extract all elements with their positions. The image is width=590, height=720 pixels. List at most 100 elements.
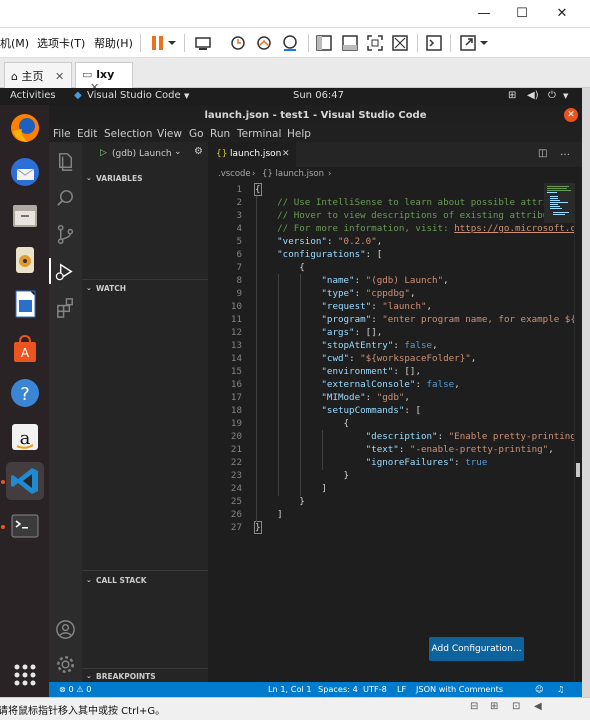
writer-icon[interactable]	[6, 285, 44, 323]
amazon-icon[interactable]: a	[6, 418, 44, 456]
menu-file[interactable]: File	[53, 128, 71, 140]
cursor-position[interactable]: Ln 1, Col 1	[268, 684, 312, 694]
menu-help[interactable]: Help	[287, 128, 311, 140]
scroll-thumb[interactable]	[576, 463, 580, 477]
gear-icon[interactable]: ⚙	[194, 146, 203, 157]
section-breakpoints[interactable]: ⌄ BREAKPOINTS	[82, 672, 208, 681]
close-icon[interactable]: ✕	[282, 142, 290, 167]
chevron-down-icon[interactable]	[166, 33, 178, 53]
menu-tabs[interactable]: 选项卡(T)	[37, 35, 85, 51]
tab-vm-label: lxy	[96, 68, 115, 81]
minimap[interactable]	[544, 183, 574, 223]
usb-icon[interactable]: ⊡	[512, 701, 520, 712]
minimize-button[interactable]: —	[470, 4, 498, 24]
eol-setting[interactable]: LF	[397, 684, 406, 694]
close-icon[interactable]: ✕	[564, 108, 578, 122]
network-icon[interactable]: ⊞	[490, 701, 498, 712]
code-line: "environment": [],	[321, 366, 421, 377]
section-call-stack[interactable]: ⌄ CALL STACK	[82, 576, 208, 585]
chevron-down-icon[interactable]	[478, 33, 490, 53]
stretch-icon[interactable]	[458, 33, 478, 53]
breadcrumb-file[interactable]: {} launch.json	[262, 169, 324, 179]
breadcrumb-folder[interactable]: .vscode	[218, 169, 251, 179]
firefox-icon[interactable]	[6, 109, 44, 147]
menu-terminal[interactable]: Terminal	[237, 128, 281, 140]
chevron-down-icon[interactable]: ⌄	[174, 147, 182, 157]
code-line: }	[255, 496, 305, 507]
toolbar-divider	[308, 34, 309, 52]
code-line: "externalConsole": false,	[321, 379, 460, 390]
close-button[interactable]: ✕	[548, 4, 576, 24]
tab-home[interactable]: ⌂ 主页 ✕	[4, 62, 72, 88]
show-applications-icon[interactable]	[6, 656, 44, 694]
run-debug-icon[interactable]	[54, 260, 77, 283]
account-icon[interactable]	[54, 618, 77, 641]
source-control-icon[interactable]	[54, 223, 77, 246]
tab-launch-json[interactable]: {} launch.json ✕	[208, 142, 296, 167]
menu-run[interactable]: Run	[210, 128, 230, 140]
files-icon[interactable]	[6, 197, 44, 235]
menu-view[interactable]: View	[157, 128, 182, 140]
show-library-icon[interactable]	[314, 33, 334, 53]
start-debug-icon[interactable]: ▷	[100, 148, 107, 158]
json-file-icon: {}	[216, 149, 228, 159]
snapshot-manager-icon[interactable]	[280, 33, 300, 53]
console-view-icon[interactable]	[424, 33, 444, 53]
menu-help[interactable]: 帮助(H)	[94, 35, 133, 51]
extensions-icon[interactable]	[54, 296, 77, 319]
network-icon[interactable]: ⊞	[508, 90, 516, 101]
close-icon[interactable]: ✕	[55, 70, 64, 83]
menu-go[interactable]: Go	[189, 128, 204, 140]
pause-icon[interactable]	[148, 33, 168, 53]
help-icon[interactable]: ?	[6, 374, 44, 412]
menu-selection[interactable]: Selection	[104, 128, 152, 140]
volume-icon[interactable]: ◀)	[527, 90, 539, 101]
encoding-setting[interactable]: UTF-8	[363, 684, 387, 694]
revert-snapshot-icon[interactable]	[254, 33, 274, 53]
snapshot-icon[interactable]	[228, 33, 248, 53]
language-mode[interactable]: JSON with Comments	[416, 684, 503, 694]
power-icon[interactable]: ⏻	[548, 90, 556, 101]
fullscreen-icon[interactable]	[365, 33, 385, 53]
split-editor-icon[interactable]: ◫	[538, 148, 547, 159]
section-variables[interactable]: ⌄ VARIABLES	[82, 174, 208, 183]
explorer-icon[interactable]	[54, 150, 77, 173]
unity-icon[interactable]	[390, 33, 410, 53]
tab-vm[interactable]: ▭ lxy ✕	[75, 62, 133, 94]
sound-icon[interactable]: ◀	[534, 701, 542, 712]
rhythmbox-icon[interactable]	[6, 241, 44, 279]
feedback-icon[interactable]: ☺	[535, 684, 544, 694]
clock[interactable]: Sun 06:47	[293, 90, 344, 101]
more-actions-icon[interactable]: …	[560, 147, 570, 158]
menu-vm[interactable]: 机(M)	[0, 35, 29, 51]
terminal-icon[interactable]	[6, 507, 44, 545]
thunderbird-icon[interactable]	[6, 153, 44, 191]
add-configuration-button[interactable]: Add Configuration...	[429, 637, 524, 661]
code-editor[interactable]: 1 2 3 4 5 6 7 8 9 10 11 12 13 14 15 16 1…	[208, 183, 574, 682]
activities-button[interactable]: Activities	[10, 90, 56, 101]
maximize-button[interactable]: ☐	[508, 4, 536, 24]
line-number: 7	[236, 262, 242, 273]
menu-edit[interactable]: Edit	[77, 128, 97, 140]
vscode-dock-icon[interactable]	[6, 462, 44, 500]
search-icon[interactable]	[54, 187, 77, 210]
editor-scrollbar[interactable]	[574, 183, 582, 682]
gear-icon[interactable]	[54, 653, 77, 676]
software-center-icon[interactable]: A	[6, 330, 44, 368]
app-menu[interactable]: Visual Studio Code	[87, 90, 181, 101]
code-line: }	[255, 470, 350, 481]
indentation-setting[interactable]: Spaces: 4	[318, 684, 358, 694]
problems-indicator[interactable]: ⊗ 0 ⚠ 0	[59, 684, 91, 694]
line-number: 24	[230, 483, 242, 494]
thumbnail-icon[interactable]	[340, 33, 360, 53]
line-number: 19	[230, 418, 242, 429]
section-watch[interactable]: ⌄ WATCH	[82, 284, 208, 293]
debug-config-select[interactable]: (gdb) Launch	[112, 147, 200, 162]
vscode-window: launch.json - test1 - Visual Studio Code…	[49, 105, 582, 697]
send-keys-icon[interactable]	[193, 33, 213, 53]
section-divider	[82, 668, 208, 669]
tab-home-label: 主页	[21, 70, 44, 83]
chevron-down-icon[interactable]: ▼	[563, 92, 568, 100]
bell-icon[interactable]: ♫	[557, 684, 564, 694]
device-icon[interactable]: ⊟	[470, 701, 478, 712]
